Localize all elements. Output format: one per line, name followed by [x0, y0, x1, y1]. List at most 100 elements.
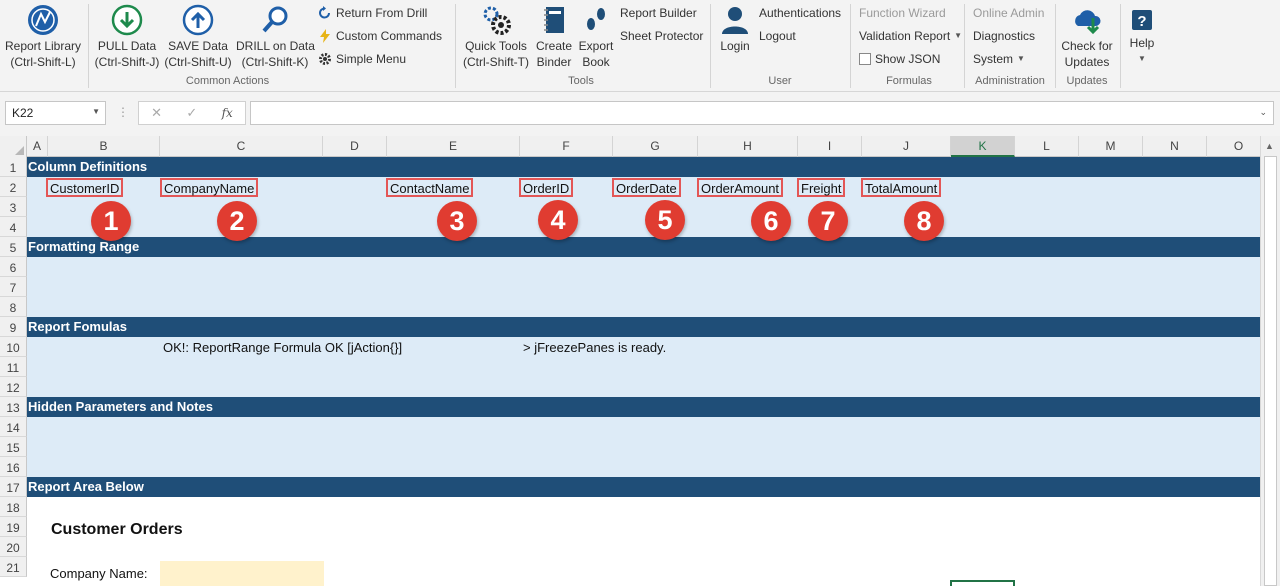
row-header-12[interactable]: 12 — [0, 377, 27, 397]
simple-menu-button[interactable]: Simple Menu — [318, 51, 406, 67]
column-header-f[interactable]: F — [520, 136, 613, 157]
insert-function-icon[interactable]: fx — [222, 106, 233, 120]
row-header-9[interactable]: 9 — [0, 317, 27, 337]
column-def-orderid[interactable]: OrderID — [519, 178, 574, 197]
column-def-freight[interactable]: Freight — [797, 178, 846, 197]
validation-report-dropdown[interactable]: Validation Report ▼ — [859, 28, 962, 44]
cancel-icon[interactable]: ✕ — [151, 105, 162, 121]
company-name-input[interactable] — [160, 561, 324, 586]
column-def-orderamount[interactable]: OrderAmount — [697, 178, 784, 197]
row-band-4 — [27, 217, 1260, 237]
column-header-g[interactable]: G — [613, 136, 698, 157]
column-header-e[interactable]: E — [387, 136, 520, 157]
quick-tools-shortcut: (Ctrl-Shift-T) — [463, 55, 529, 69]
custom-commands-button[interactable]: Custom Commands — [318, 28, 442, 44]
pull-data-button[interactable]: PULL Data (Ctrl-Shift-J) — [92, 4, 162, 70]
authentications-button[interactable]: Authentications — [759, 5, 841, 21]
chevron-down-icon: ▼ — [1138, 54, 1146, 63]
column-header-b[interactable]: B — [48, 136, 160, 157]
group-label-formulas: Formulas — [886, 75, 932, 87]
row-header-21[interactable]: 21 — [0, 557, 27, 577]
row-header-1[interactable]: 1 — [0, 157, 27, 177]
export-book-button[interactable]: Export Book — [576, 4, 616, 70]
column-def-customerid[interactable]: CustomerID — [46, 178, 124, 197]
enter-icon[interactable]: ✓ — [186, 105, 197, 121]
column-header-h[interactable]: H — [698, 136, 798, 157]
column-def-orderdate[interactable]: OrderDate — [612, 178, 681, 197]
vertical-scrollbar[interactable]: ▲ — [1260, 136, 1280, 586]
column-header-a[interactable]: A — [27, 136, 48, 157]
report-library-shortcut: (Ctrl-Shift-L) — [10, 55, 76, 69]
function-wizard-button[interactable]: Function Wizard — [859, 5, 946, 21]
report-builder-button[interactable]: Report Builder — [620, 5, 697, 21]
active-cell-selection[interactable] — [950, 580, 1015, 586]
row-header-15[interactable]: 15 — [0, 437, 27, 457]
check-updates-button[interactable]: Check for Updates — [1059, 4, 1115, 70]
row-header-2[interactable]: 2 — [0, 177, 27, 197]
show-json-checkbox[interactable]: Show JSON — [859, 51, 940, 67]
quick-tools-button[interactable]: Quick Tools (Ctrl-Shift-T) — [461, 4, 531, 70]
column-header-i[interactable]: I — [798, 136, 862, 157]
section-report-area: Report Area Below — [28, 479, 144, 494]
sheet-protector-button[interactable]: Sheet Protector — [620, 28, 703, 44]
row-header-4[interactable]: 4 — [0, 217, 27, 237]
create-binder-label-2: Binder — [536, 55, 572, 69]
more-options-icon[interactable]: ⋮ — [117, 105, 129, 119]
save-data-button[interactable]: SAVE Data (Ctrl-Shift-U) — [162, 4, 234, 70]
ribbon-separator — [455, 4, 456, 88]
row-header-11[interactable]: 11 — [0, 357, 27, 377]
row-header-10[interactable]: 10 — [0, 337, 27, 357]
column-header-c[interactable]: C — [160, 136, 323, 157]
return-from-drill-button[interactable]: Return From Drill — [318, 5, 427, 21]
column-def-contactname[interactable]: ContactName — [386, 178, 474, 197]
select-all-corner[interactable] — [0, 136, 27, 157]
column-def-companyname[interactable]: CompanyName — [160, 178, 259, 197]
row-header-6[interactable]: 6 — [0, 257, 27, 277]
row-header-18[interactable]: 18 — [0, 497, 27, 517]
row-header-19[interactable]: 19 — [0, 517, 27, 537]
name-box-value: K22 — [12, 106, 34, 120]
diagnostics-button[interactable]: Diagnostics — [973, 28, 1035, 44]
scroll-up-icon[interactable]: ▲ — [1265, 141, 1274, 151]
row-header-3[interactable]: 3 — [0, 197, 27, 217]
online-admin-button[interactable]: Online Admin — [973, 5, 1044, 21]
row-header-13[interactable]: 13 — [0, 397, 27, 417]
create-binder-button[interactable]: Create Binder — [534, 4, 574, 70]
scrollbar-thumb[interactable] — [1264, 156, 1277, 586]
row-header-8[interactable]: 8 — [0, 297, 27, 317]
section-formatting-range: Formatting Range — [28, 239, 140, 254]
column-header-m[interactable]: M — [1079, 136, 1143, 157]
checkbox-icon[interactable] — [859, 53, 871, 65]
ribbon-separator — [964, 4, 965, 88]
column-def-totalamount[interactable]: TotalAmount — [861, 178, 942, 197]
login-button[interactable]: Login — [716, 4, 754, 54]
row-header-7[interactable]: 7 — [0, 277, 27, 297]
column-header-d[interactable]: D — [323, 136, 387, 157]
expand-formula-icon[interactable]: ⌄ — [1259, 107, 1267, 118]
ribbon: Report Library (Ctrl-Shift-L) PULL Data … — [0, 0, 1280, 92]
name-box[interactable]: K22 ▼ — [5, 101, 106, 125]
row-header-5[interactable]: 5 — [0, 237, 27, 257]
report-library-button[interactable]: Report Library (Ctrl-Shift-L) — [4, 4, 82, 70]
column-header-k[interactable]: K — [951, 136, 1015, 157]
return-icon — [319, 6, 330, 19]
drill-data-button[interactable]: DRILL on Data (Ctrl-Shift-K) — [236, 4, 315, 70]
chevron-down-icon[interactable]: ▼ — [92, 107, 100, 116]
formula-input[interactable]: ⌄ — [250, 101, 1274, 125]
column-header-l[interactable]: L — [1015, 136, 1079, 157]
help-icon: ? — [1132, 10, 1152, 30]
row-header-14[interactable]: 14 — [0, 417, 27, 437]
row-header-17[interactable]: 17 — [0, 477, 27, 497]
column-header-j[interactable]: J — [862, 136, 951, 157]
ribbon-separator — [850, 4, 851, 88]
freeze-status-text: > jFreezePanes is ready. — [523, 340, 667, 355]
system-dropdown[interactable]: System ▼ — [973, 51, 1025, 67]
logout-button[interactable]: Logout — [759, 28, 796, 44]
row-header-20[interactable]: 20 — [0, 537, 27, 557]
column-header-n[interactable]: N — [1143, 136, 1207, 157]
row-header-16[interactable]: 16 — [0, 457, 27, 477]
save-data-shortcut: (Ctrl-Shift-U) — [164, 55, 232, 69]
formula-buttons: ✕ ✓ fx — [138, 101, 246, 125]
help-button[interactable]: ? Help ▼ — [1124, 4, 1160, 67]
footprints-icon — [587, 8, 605, 30]
